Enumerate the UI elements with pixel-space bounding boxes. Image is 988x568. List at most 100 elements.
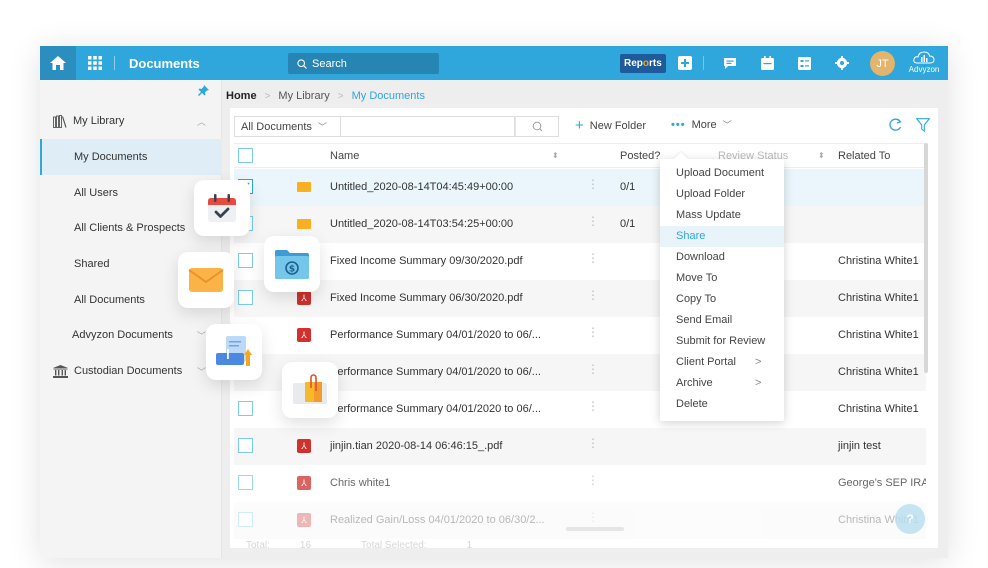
sidebar-item-label: My Library (73, 115, 125, 127)
plus-icon: + (575, 117, 584, 134)
menu-item-delete[interactable]: Delete (660, 394, 784, 415)
document-search-input[interactable] (341, 116, 515, 137)
pin-sidebar-button[interactable] (198, 85, 209, 99)
row-actions-icon[interactable]: ⋮ (587, 363, 599, 375)
menu-item-upload-folder[interactable]: Upload Folder (660, 184, 784, 205)
column-header-posted[interactable]: Posted? (620, 150, 660, 162)
menu-item-upload-document[interactable]: Upload Document (660, 163, 784, 184)
breadcrumb-separator: > (264, 90, 271, 102)
document-name[interactable]: Performance Summary 04/01/2020 to 06/... (330, 366, 541, 378)
menu-item-label: Share (676, 230, 706, 242)
document-search-button[interactable] (515, 116, 559, 137)
funnel-icon (915, 118, 931, 133)
vertical-scrollbar[interactable] (924, 143, 928, 373)
plus-square-icon (678, 56, 692, 70)
breadcrumb: Home > My Library > My Documents (226, 90, 425, 102)
chevron-down-icon[interactable]: ﹀ (197, 329, 206, 342)
calendar-check-icon (208, 194, 236, 222)
toolbar: All Documents ﹀ + New Folder ••• More ﹀ (230, 108, 938, 142)
row-actions-icon[interactable]: ⋮ (587, 215, 599, 227)
row-actions-icon[interactable]: ⋮ (587, 326, 599, 338)
messages-button[interactable] (721, 54, 739, 72)
tasks-button[interactable] (795, 54, 813, 72)
sidebar-item-my-documents[interactable]: My Documents (40, 139, 222, 175)
filter-button[interactable] (915, 118, 931, 135)
pin-icon (198, 85, 209, 96)
breadcrumb-my-library[interactable]: My Library (278, 90, 329, 102)
menu-item-send-email[interactable]: Send Email (660, 310, 784, 331)
new-folder-button[interactable]: + New Folder (575, 118, 646, 133)
more-button[interactable]: ••• More ﹀ (671, 118, 732, 131)
calendar-button[interactable] (758, 54, 776, 72)
document-name[interactable]: Chris white1 (330, 477, 391, 489)
row-actions-icon[interactable]: ⋮ (587, 178, 599, 190)
menu-item-download[interactable]: Download (660, 247, 784, 268)
search-icon (297, 58, 307, 69)
sidebar-item-my-library[interactable]: My Library ︿ (40, 103, 222, 139)
sort-icon[interactable]: ⬍ (552, 151, 559, 160)
table-row[interactable]: ⅄ jinjin.tian 2020-08-14 06:46:15_.pdf ⋮ ji… (234, 428, 926, 465)
user-avatar[interactable]: JT (870, 51, 895, 76)
menu-item-share[interactable]: Share (660, 226, 784, 247)
row-checkbox[interactable] (238, 253, 253, 268)
settings-button[interactable] (833, 54, 851, 72)
row-actions-icon[interactable]: ⋮ (587, 511, 599, 523)
horizontal-scrollbar[interactable] (566, 527, 624, 531)
table-row[interactable]: ⅄ Realized Gain/Loss 04/01/2020 to 06/30/… (234, 502, 926, 539)
pdf-icon: ⅄ (297, 513, 311, 527)
document-name[interactable]: Fixed Income Summary 06/30/2020.pdf (330, 292, 523, 304)
column-header-related-to[interactable]: Related To (838, 150, 890, 162)
breadcrumb-home[interactable]: Home (226, 90, 257, 102)
document-name[interactable]: Performance Summary 04/01/2020 to 06/... (330, 329, 541, 341)
home-button[interactable] (40, 46, 76, 80)
menu-item-copy-to[interactable]: Copy To (660, 289, 784, 310)
menu-item-mass-update[interactable]: Mass Update (660, 205, 784, 226)
posted-value: 0/1 (620, 218, 636, 230)
table-row[interactable]: ⅄ Fixed Income Summary 06/30/2020.pdf ⋮ Chr… (234, 280, 926, 317)
row-checkbox[interactable] (238, 475, 253, 490)
row-checkbox[interactable] (238, 438, 253, 453)
global-search-input[interactable]: Search (288, 53, 439, 74)
row-checkbox[interactable] (238, 512, 253, 527)
document-name[interactable]: Performance Summary 04/01/2020 to 06/... (330, 403, 541, 415)
column-header-name[interactable]: Name (330, 150, 359, 162)
row-actions-icon[interactable]: ⋮ (587, 252, 599, 264)
document-name[interactable]: Untitled_2020-08-14T04:45:49+00:00 (330, 181, 513, 193)
row-checkbox[interactable] (238, 401, 253, 416)
document-name[interactable]: jinjin.tian 2020-08-14 06:46:15_.pdf (330, 440, 502, 452)
folder-icon (297, 219, 311, 229)
document-name[interactable]: Realized Gain/Loss 04/01/2020 to 06/30/2… (330, 514, 545, 526)
chevron-up-icon[interactable]: ︿ (197, 115, 206, 128)
reports-button[interactable]: Rep o rts (620, 54, 666, 73)
related-to-value: Christina White1 (838, 403, 919, 415)
table-row[interactable]: ⅄Fixed Income Summary 09/30/2020.pdf⋮Chr… (234, 243, 926, 280)
table-row[interactable]: Untitled_2020-08-14T03:54:25+00:00 ⋮ 0/1 (234, 206, 926, 243)
sidebar-item-advyzon-documents[interactable]: Advyzon Documents ﹀ (40, 317, 222, 353)
menu-item-submit-for-review[interactable]: Submit for Review (660, 331, 784, 352)
table-row[interactable]: ⅄ Performance Summary 04/01/2020 to 06/..… (234, 317, 926, 354)
menu-item-client-portal[interactable]: Client Portal > (660, 352, 784, 373)
row-actions-icon[interactable]: ⋮ (587, 289, 599, 301)
help-button[interactable]: ? (895, 504, 925, 534)
svg-text:$: $ (289, 265, 295, 275)
row-actions-icon[interactable]: ⋮ (587, 437, 599, 449)
document-name[interactable]: Fixed Income Summary 09/30/2020.pdf (330, 255, 523, 267)
folder-icon (297, 182, 311, 192)
document-name[interactable]: Untitled_2020-08-14T03:54:25+00:00 (330, 218, 513, 230)
select-all-checkbox[interactable] (238, 148, 253, 163)
refresh-button[interactable] (888, 118, 903, 135)
add-button[interactable] (676, 54, 694, 72)
row-actions-icon[interactable]: ⋮ (587, 474, 599, 486)
table-row[interactable]: Untitled_2020-08-14T04:45:49+00:00 ⋮ 0/1 (234, 169, 926, 206)
menu-item-archive[interactable]: Archive > (660, 373, 784, 394)
apps-menu-button[interactable] (76, 46, 114, 80)
document-filter-select[interactable]: All Documents ﹀ (234, 116, 341, 137)
menu-item-move-to[interactable]: Move To (660, 268, 784, 289)
chevron-down-icon[interactable]: ﹀ (197, 365, 206, 378)
sidebar-item-custodian-documents[interactable]: Custodian Documents ﹀ (40, 353, 222, 389)
table-row[interactable]: ⅄ Chris white1 ⋮ George's SEP IRA (234, 465, 926, 502)
sort-icon[interactable]: ⬍ (818, 151, 825, 160)
row-checkbox[interactable] (238, 290, 253, 305)
envelope-icon (188, 268, 224, 292)
row-actions-icon[interactable]: ⋮ (587, 400, 599, 412)
